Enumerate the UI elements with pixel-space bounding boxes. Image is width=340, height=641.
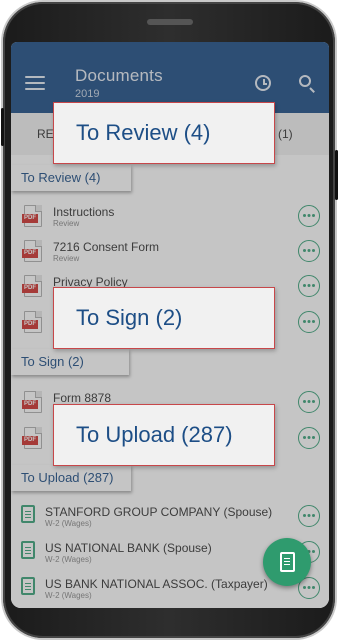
search-icon[interactable] [299,75,311,87]
more-options-icon[interactable] [298,275,320,297]
callout-upload: To Upload (287) [53,404,275,466]
pdf-icon: PDF [22,427,42,449]
pdf-icon: PDF [22,275,42,297]
tab-other[interactable]: (1) [278,127,293,141]
document-name: Form 8878 [53,391,112,405]
document-status: Review [53,219,80,228]
callout-sign: To Sign (2) [53,287,275,349]
pdf-icon: PDF [22,391,42,413]
document-name: Instructions [53,205,115,219]
clock-icon[interactable] [255,75,271,91]
document-icon [21,577,35,595]
document-name: STANFORD GROUP COMPANY (Spouse) [45,505,273,519]
more-options-icon[interactable] [298,311,320,333]
pdf-badge: PDF [22,320,38,329]
document-name: US NATIONAL BANK (Spouse) [45,541,212,555]
more-options-icon[interactable] [298,505,320,527]
section-header-sign: To Sign (2) [11,349,129,375]
document-type: W-2 (Wages) [45,591,92,600]
page-title: Documents [75,66,163,85]
document-status: Review [53,254,80,263]
document-type: W-2 (Wages) [45,555,92,564]
callout-review: To Review (4) [53,102,275,164]
section-header-review: To Review (4) [11,165,131,191]
document-name: 7216 Consent Form [53,240,160,254]
pdf-icon: PDF [22,240,42,262]
more-options-icon[interactable] [298,391,320,413]
menu-icon[interactable] [25,76,45,91]
add-document-button[interactable] [263,538,311,586]
more-options-icon[interactable] [298,205,320,227]
pdf-icon: PDF [22,205,42,227]
list-item[interactable]: STANFORD GROUP COMPANY (Spouse) W-2 (Wag… [11,501,329,535]
more-options-icon[interactable] [298,427,320,449]
list-item[interactable]: PDF Instructions Review [11,201,329,235]
pdf-icon: PDF [22,311,42,333]
speaker-grille [147,19,193,25]
pdf-badge: PDF [22,249,38,258]
pdf-badge: PDF [22,400,38,409]
power-button [335,150,338,200]
document-name: US BANK NATIONAL ASSOC. (Taxpayer) [45,577,268,591]
tab-review[interactable]: RE [37,127,54,141]
document-icon [21,505,35,523]
more-options-icon[interactable] [298,240,320,262]
document-type: W-2 (Wages) [45,519,92,528]
pdf-badge: PDF [22,214,38,223]
pdf-badge: PDF [22,436,38,445]
pdf-badge: PDF [22,284,38,293]
document-icon [21,541,35,559]
list-item[interactable]: PDF 7216 Consent Form Review [11,236,329,270]
volume-button [1,108,4,146]
section-header-upload: To Upload (287) [11,465,131,491]
page-subtitle: 2019 [75,88,100,100]
document-icon [280,552,295,572]
